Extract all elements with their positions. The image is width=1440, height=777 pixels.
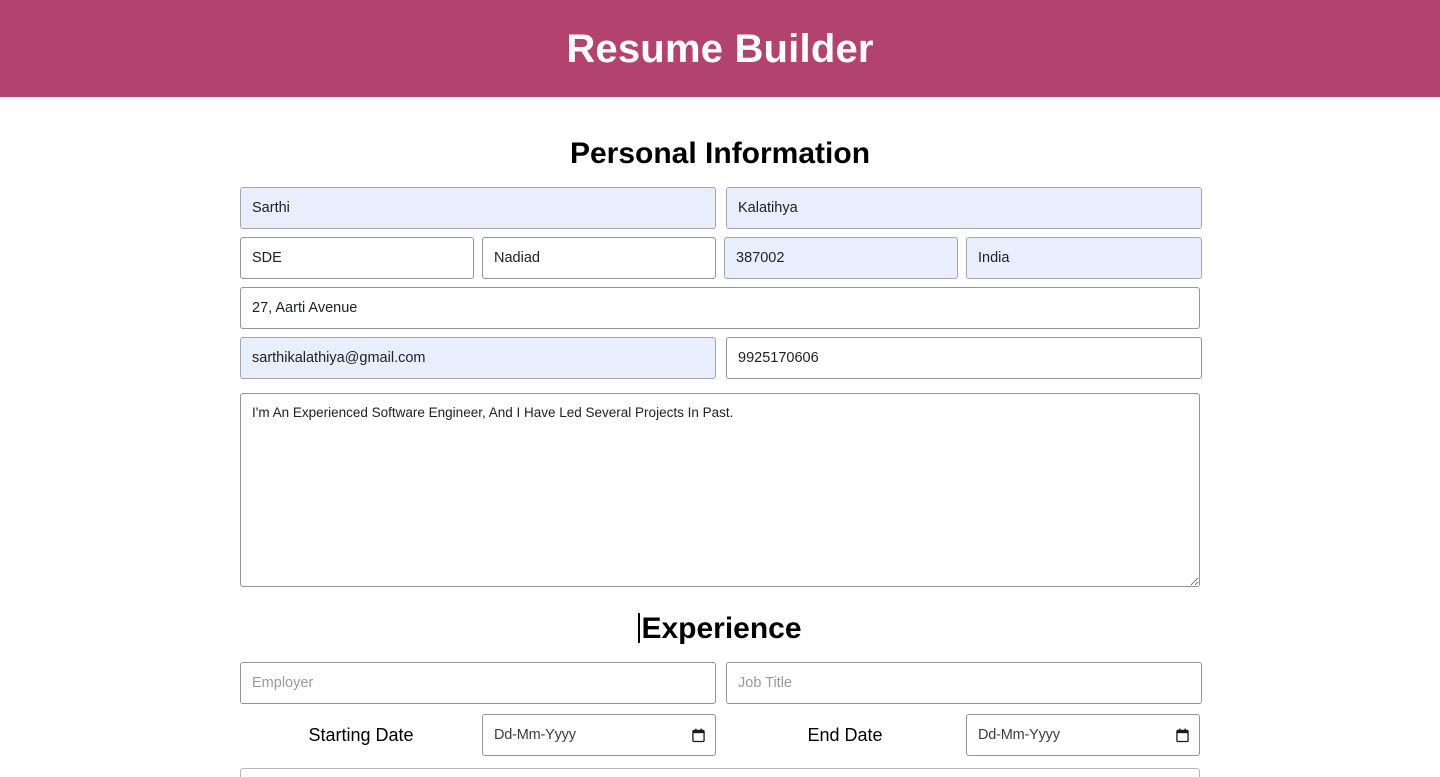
starting-date-label: Starting Date (308, 724, 414, 745)
contact-row (240, 337, 1202, 379)
resume-form: Personal Information Experience (240, 97, 1202, 777)
name-row (240, 187, 1202, 229)
job-title-input[interactable] (726, 662, 1202, 704)
calendar-icon[interactable] (692, 728, 705, 743)
employer-input[interactable] (240, 662, 716, 704)
experience-heading: Experience (240, 587, 1200, 662)
professional-summary-textarea[interactable] (240, 393, 1200, 587)
last-name-input[interactable] (726, 187, 1202, 229)
experience-entry-row (240, 662, 1202, 704)
end-date-label: End Date (807, 724, 883, 745)
first-name-input[interactable] (240, 187, 716, 229)
email-input[interactable] (240, 337, 716, 379)
app-title: Resume Builder (566, 26, 874, 71)
experience-dates-row: Starting Date Dd-Mm-Yyyy End Date Dd-Mm-… (240, 714, 1200, 756)
end-date-placeholder: Dd-Mm-Yyyy (978, 727, 1060, 743)
phone-input[interactable] (726, 337, 1202, 379)
address-row (240, 287, 1200, 329)
address-input[interactable] (240, 287, 1200, 329)
city-input[interactable] (482, 237, 716, 279)
page-body: Personal Information Experience (0, 97, 1440, 777)
personal-information-heading: Personal Information (569, 137, 871, 170)
location-row (240, 237, 1202, 279)
starting-date-input[interactable]: Dd-Mm-Yyyy (482, 714, 716, 756)
starting-date-placeholder: Dd-Mm-Yyyy (494, 727, 576, 743)
end-date-input[interactable]: Dd-Mm-Yyyy (966, 714, 1200, 756)
calendar-icon[interactable] (1176, 728, 1189, 743)
app-header: Resume Builder (0, 0, 1440, 97)
experience-description-input[interactable] (240, 768, 1200, 777)
experience-heading-label: Experience (641, 612, 802, 645)
profession-input[interactable] (240, 237, 474, 279)
country-input[interactable] (966, 237, 1202, 279)
postal-code-input[interactable] (724, 237, 958, 279)
